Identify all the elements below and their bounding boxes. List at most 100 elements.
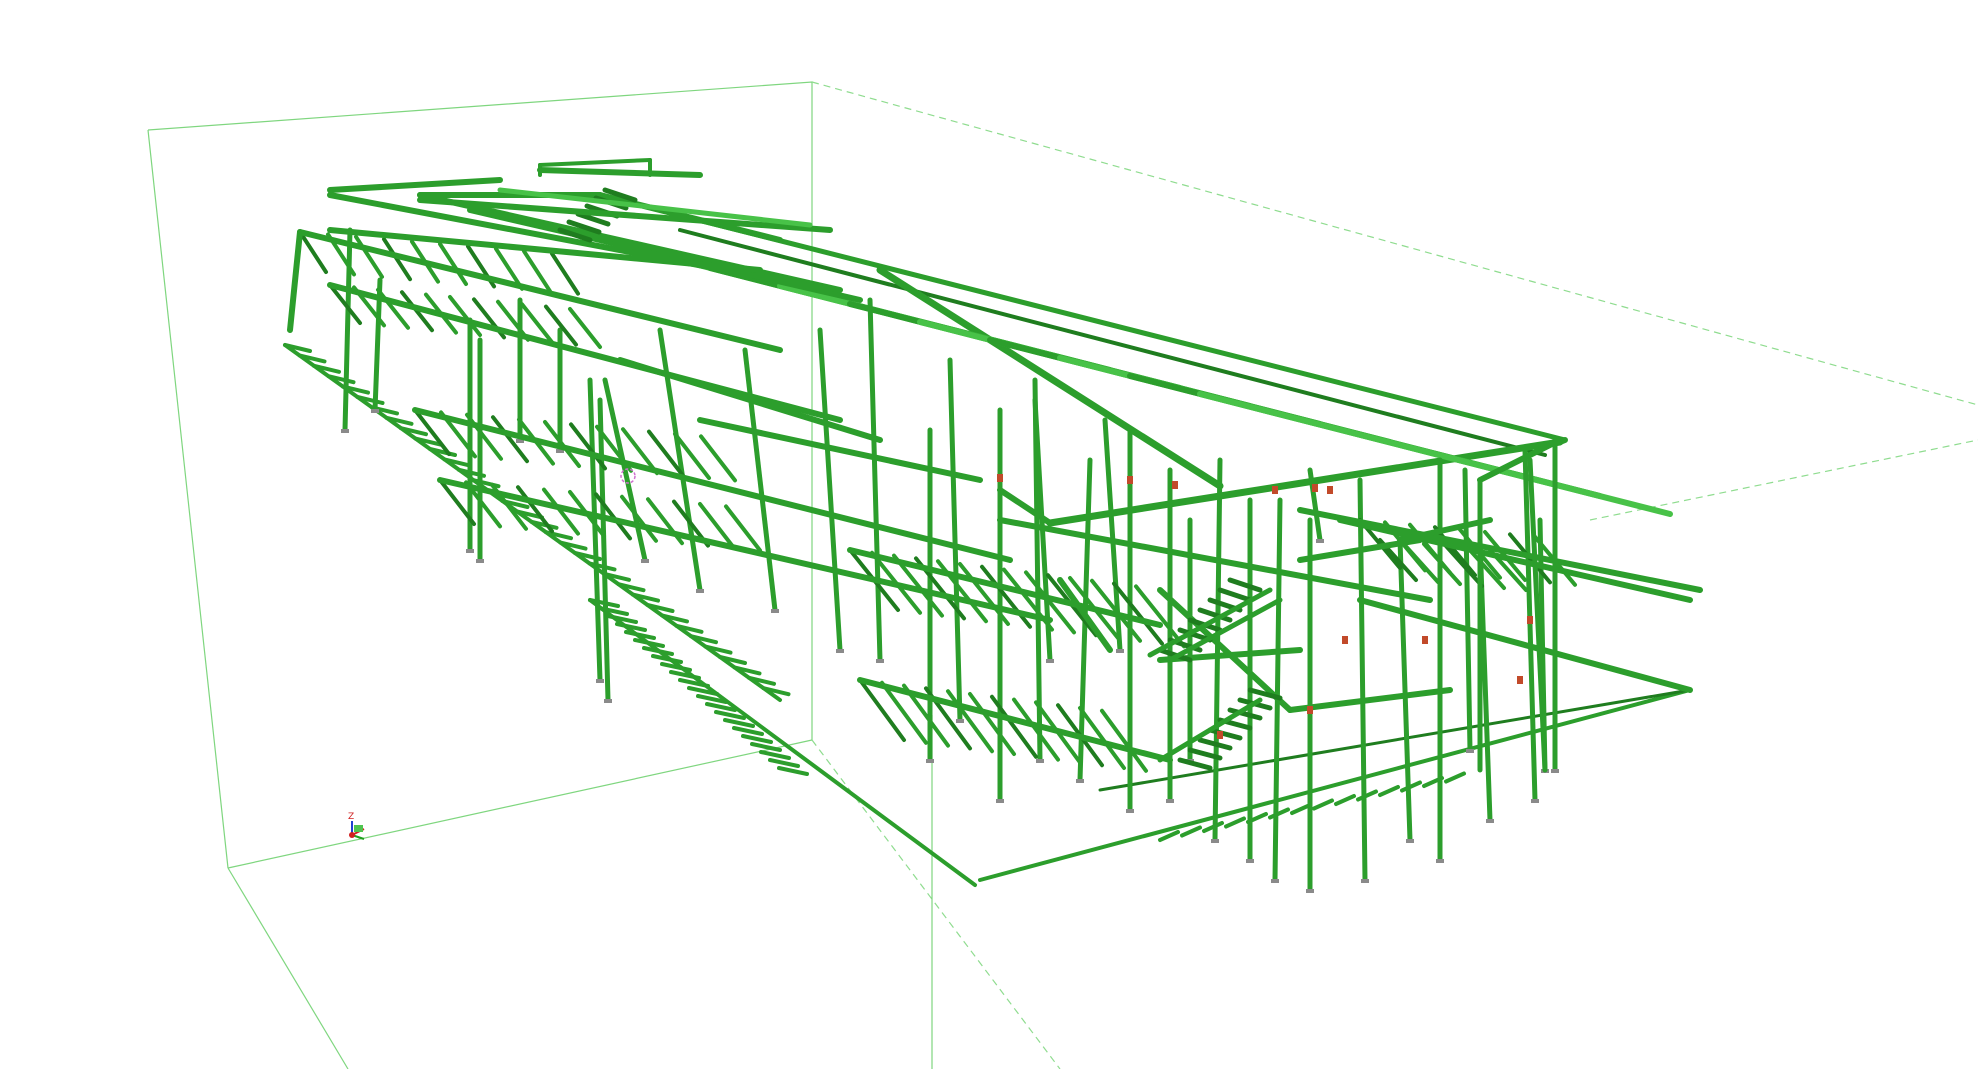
joist[interactable] — [1100, 708, 1148, 773]
axis-gizmo-label: Z — [348, 812, 354, 822]
base-plate — [1361, 879, 1369, 883]
ground-stub[interactable] — [750, 742, 782, 752]
ground-stub[interactable] — [1356, 789, 1378, 802]
column[interactable] — [1357, 477, 1368, 883]
roof-frame[interactable] — [538, 158, 652, 167]
joist[interactable] — [550, 251, 580, 296]
ground-stub[interactable] — [1158, 830, 1180, 842]
ground-stub[interactable] — [1334, 794, 1356, 806]
base-plate — [1211, 839, 1219, 843]
connection-plate — [1527, 616, 1533, 624]
joist[interactable] — [946, 689, 994, 754]
base-plate — [771, 609, 779, 613]
joist[interactable] — [354, 234, 384, 279]
base-plate — [1271, 879, 1279, 883]
column[interactable] — [1462, 467, 1473, 753]
joist[interactable] — [438, 242, 468, 286]
column[interactable] — [1272, 497, 1283, 883]
base-plate — [1166, 799, 1174, 803]
axis-gizmo[interactable]: Z — [348, 812, 365, 840]
stair-tread[interactable] — [1177, 757, 1213, 771]
edge-beam[interactable] — [857, 677, 1173, 763]
connection-plate — [1307, 706, 1313, 714]
base-plate — [926, 759, 934, 763]
ground-stub[interactable] — [723, 718, 755, 728]
connection-plate — [1422, 636, 1428, 644]
base-plate — [1466, 749, 1474, 753]
ground-stub[interactable] — [1400, 780, 1422, 793]
joist[interactable] — [980, 564, 1032, 629]
column[interactable] — [742, 347, 778, 613]
column[interactable] — [867, 297, 883, 663]
base-plate — [1036, 759, 1044, 763]
base-plate — [1076, 779, 1084, 783]
base-plate — [1406, 839, 1414, 843]
ground-stub[interactable] — [768, 758, 800, 768]
base-plate — [836, 649, 844, 653]
base-plate — [604, 699, 612, 703]
base-plate — [341, 429, 349, 433]
ground-stub[interactable] — [1180, 825, 1202, 838]
edge-beam[interactable] — [287, 229, 303, 333]
ground-stub[interactable] — [1312, 798, 1334, 811]
base-plate — [876, 659, 884, 663]
ground-stub[interactable] — [759, 750, 791, 760]
base-plate — [1436, 859, 1444, 863]
base-plate — [466, 549, 474, 553]
base-plate — [1046, 659, 1054, 663]
connection-plate — [1312, 484, 1318, 492]
column[interactable] — [1397, 537, 1413, 843]
column[interactable] — [947, 357, 963, 723]
base-plate — [1306, 889, 1314, 893]
joist[interactable] — [968, 692, 1016, 756]
connection-plate — [1172, 481, 1178, 489]
origin-icon — [349, 832, 355, 838]
base-plate — [1116, 649, 1124, 653]
edge-beam[interactable] — [1287, 687, 1453, 713]
edge-beam[interactable] — [537, 167, 703, 178]
edge-beam[interactable] — [412, 407, 1013, 563]
edge-beam[interactable] — [1357, 597, 1693, 693]
base-plate — [371, 409, 379, 413]
joist[interactable] — [1134, 584, 1186, 649]
longitudinal-beam[interactable] — [1197, 391, 1673, 517]
base-plate — [476, 559, 484, 563]
base-plate — [956, 719, 964, 723]
3d-model-viewport[interactable]: Z — [0, 0, 1978, 1069]
edge-beam[interactable] — [327, 282, 843, 423]
ground-stub[interactable] — [1290, 803, 1312, 815]
column[interactable] — [817, 327, 843, 653]
structure-scene[interactable]: Z — [0, 0, 1978, 1069]
connection-plate — [1127, 476, 1133, 484]
ground-stub[interactable] — [1444, 771, 1466, 784]
base-plate — [596, 679, 604, 683]
axis-cube-icon — [354, 825, 363, 832]
ground-stub[interactable] — [732, 726, 764, 736]
connection-plate — [1327, 486, 1333, 494]
base-plate — [641, 559, 649, 563]
ground-stub[interactable] — [741, 734, 773, 744]
connection-plate — [997, 474, 1003, 482]
base-plate — [996, 799, 1004, 803]
column[interactable] — [1212, 457, 1223, 843]
edge-beam[interactable] — [327, 177, 503, 193]
stair-tread[interactable] — [1227, 577, 1263, 593]
base-plate — [1246, 859, 1254, 863]
base-plate — [1486, 819, 1494, 823]
connection-plate — [1217, 731, 1223, 739]
ground-edge-beam[interactable] — [588, 598, 977, 887]
stair-tread[interactable] — [1217, 587, 1253, 603]
joist[interactable] — [1400, 540, 1440, 584]
ground-edge-beam[interactable] — [283, 343, 782, 702]
base-plate — [696, 589, 704, 593]
ground-stub[interactable] — [777, 766, 809, 776]
ground-stub[interactable] — [1378, 785, 1400, 797]
stair-stringer[interactable] — [1157, 697, 1263, 763]
base-plate — [1551, 769, 1559, 773]
ground-stub[interactable] — [1268, 807, 1290, 820]
ground-stub[interactable] — [1224, 816, 1246, 829]
base-plate — [1531, 799, 1539, 803]
connection-plate — [1272, 486, 1278, 494]
base-plate — [1126, 809, 1134, 813]
connection-plate — [1342, 636, 1348, 644]
